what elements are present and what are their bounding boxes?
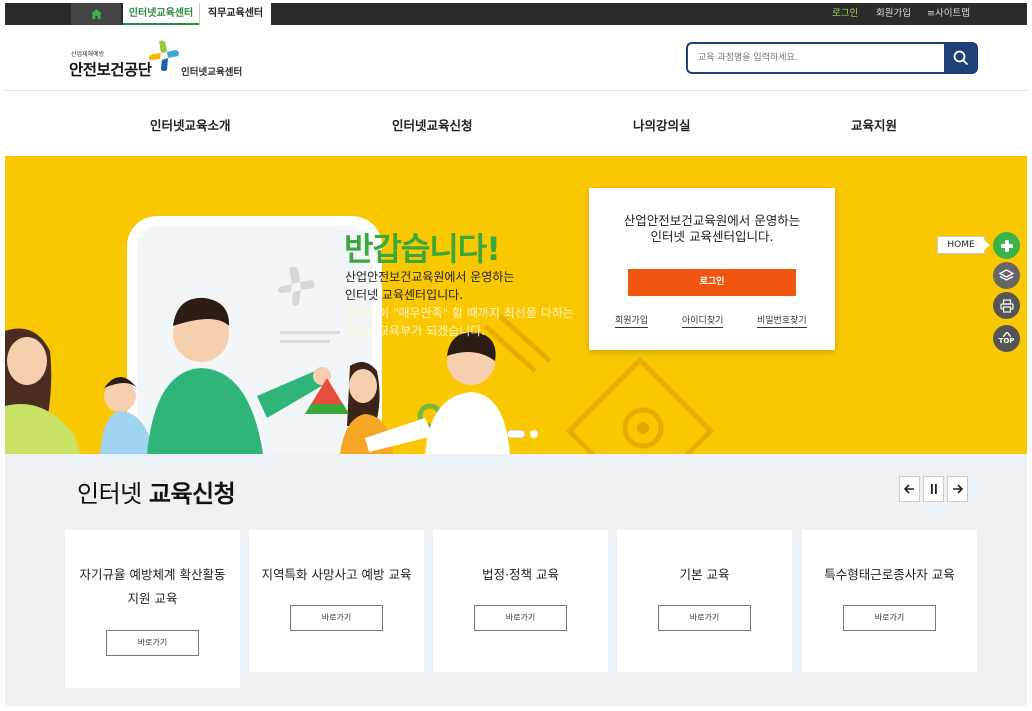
nav-item-my-classroom[interactable]: 나의강의실	[633, 115, 691, 134]
main-navigation: 인터넷교육소개 인터넷교육신청 나의강의실 교육지원	[5, 91, 1027, 156]
search-box	[686, 42, 944, 74]
course-go-button[interactable]: 바로가기	[106, 630, 199, 656]
arrow-left-icon	[904, 484, 914, 494]
search-button[interactable]	[944, 42, 978, 74]
course-name: 자기규율 예방체계 확산활동 지원 교육	[79, 567, 226, 606]
slider-dot[interactable]	[530, 430, 538, 438]
quick-layers-button[interactable]	[993, 262, 1020, 289]
course-name: 기본 교육	[679, 567, 730, 582]
course-go-button[interactable]: 바로가기	[658, 605, 751, 631]
home-tooltip: HOME	[937, 236, 990, 254]
sitemap-link[interactable]: ≡사이트맵	[927, 3, 970, 25]
course-name: 지역특화 사망사고 예방 교육	[261, 567, 412, 582]
login-card-title: 인터넷 교육센터입니다.	[650, 229, 774, 244]
hero-greeting: 반갑습니다!	[344, 230, 501, 268]
tab-job-education[interactable]: 직무교육센터	[199, 3, 271, 25]
logo-small-text: 산업재해예방	[71, 51, 105, 58]
join-link[interactable]: 회원가입	[615, 316, 649, 328]
top-label: TOP	[998, 337, 1015, 345]
course-card-basic: 기본 교육 바로가기	[617, 530, 792, 672]
carousel-pause-button[interactable]	[923, 476, 944, 502]
carousel-prev-button[interactable]	[899, 476, 920, 502]
login-button[interactable]: 로그인	[628, 269, 796, 296]
arrow-right-icon	[953, 484, 963, 494]
course-card-regional-fatality: 지역특화 사망사고 예방 교육 바로가기	[249, 530, 424, 672]
slider-dot-active[interactable]	[507, 430, 525, 438]
quick-print-button[interactable]	[993, 292, 1020, 319]
hero-text-line: 고객님이 "매우만족" 할 때까지 최선을 다하는	[345, 306, 574, 320]
top-join-link[interactable]: 회원가입	[876, 3, 911, 25]
search-icon	[953, 50, 969, 66]
section-title-bold: 교육신청	[148, 480, 236, 508]
course-application-section: 인터넷 교육신청 자기규율 예방체계 확산활동 지원 교육 바로가기 지역특화 사…	[5, 454, 1027, 706]
course-name: 특수형태근로종사자 교육	[824, 567, 955, 582]
course-go-button[interactable]: 바로가기	[474, 605, 567, 631]
hero-text-line: 인터넷 교육센터입니다.	[345, 288, 464, 302]
print-icon	[999, 298, 1014, 313]
course-card-statutory-policy: 법정·정책 교육 바로가기	[433, 530, 608, 672]
nav-item-support[interactable]: 교육지원	[851, 115, 897, 134]
site-logo[interactable]: 산업재해예방 안전보건공단 인터넷교육센터	[67, 39, 267, 81]
plus-icon	[1000, 239, 1013, 252]
section-title-normal: 인터넷	[77, 480, 142, 508]
course-go-button[interactable]: 바로가기	[843, 605, 936, 631]
find-id-link[interactable]: 아이디찾기	[682, 316, 724, 328]
logo-sub-text: 인터넷교육센터	[181, 67, 243, 78]
quick-home-button[interactable]	[993, 232, 1020, 259]
course-go-button[interactable]: 바로가기	[290, 605, 383, 631]
tab-online-education[interactable]: 인터넷교육센터	[123, 3, 199, 25]
home-icon	[90, 9, 102, 19]
search-input[interactable]	[688, 44, 944, 72]
course-name: 법정·정책 교육	[482, 567, 559, 582]
logo-main-text: 안전보건공단	[69, 61, 152, 79]
nav-item-apply[interactable]: 인터넷교육신청	[392, 115, 473, 134]
slider-pagination	[507, 430, 538, 438]
hero-banner: 반갑습니다! 산업안전보건교육원에서 운영하는 인터넷 교육센터입니다. 고객님…	[5, 156, 1027, 454]
login-card: 산업안전보건교육원에서 운영하는 인터넷 교육센터입니다. 로그인 회원가입 아…	[589, 188, 835, 350]
find-password-link[interactable]: 비밀번호찾기	[757, 316, 807, 328]
section-title: 인터넷 교육신청	[77, 474, 236, 509]
carousel-next-button[interactable]	[947, 476, 968, 502]
site-header: 산업재해예방 안전보건공단 인터넷교육센터	[5, 25, 1027, 91]
pause-icon	[930, 484, 937, 494]
top-utility-bar: 인터넷교육센터 직무교육센터 로그인 회원가입 ≡사이트맵	[5, 3, 1027, 25]
nav-item-intro[interactable]: 인터넷교육소개	[150, 115, 231, 134]
scroll-top-button[interactable]: TOP	[993, 325, 1020, 352]
top-login-link[interactable]: 로그인	[832, 3, 858, 25]
hero-text-line: 이러닝교육부가 되겠습니다.	[345, 324, 486, 338]
layers-icon	[999, 268, 1014, 281]
course-card-special-workers: 특수형태근로종사자 교육 바로가기	[802, 530, 977, 672]
logo-cross-icon	[149, 40, 179, 72]
home-tab[interactable]	[71, 3, 121, 25]
hero-text-line: 산업안전보건교육원에서 운영하는	[345, 270, 515, 284]
course-card-self-regulation: 자기규율 예방체계 확산활동 지원 교육 바로가기	[65, 530, 240, 688]
